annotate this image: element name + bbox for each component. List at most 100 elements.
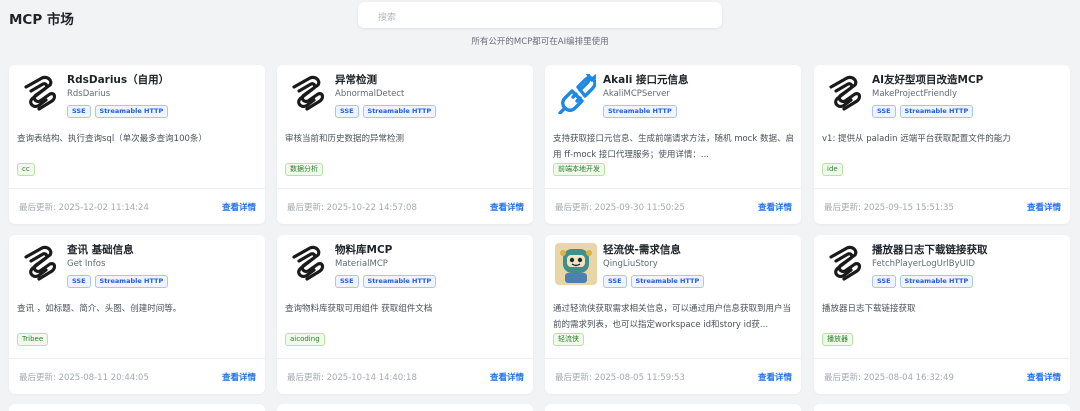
- view-details-link[interactable]: 查看详情: [222, 201, 256, 213]
- category-label: cc: [17, 163, 35, 176]
- view-details-link[interactable]: 查看详情: [490, 201, 524, 213]
- mcp-card[interactable]: 轻流侠-需求信息 QingLiuStory SSE Streamable HTTP 通过…: [545, 235, 801, 394]
- category-label: Tribee: [17, 333, 49, 346]
- mcp-card[interactable]: 播放器日志下载链接获取 FetchPlayerLogUrlByUID SSE Stre…: [814, 235, 1070, 394]
- mcp-card[interactable]: 物料库MCP MaterialMCP SSE Streamable HTTP 查询物料库…: [277, 235, 533, 394]
- card-title: RdsDarius（自用）: [67, 74, 170, 86]
- card-divider: [545, 358, 801, 359]
- card-peek: [814, 404, 1070, 411]
- last-updated: 最后更新: 2025-08-11 20:44:05: [19, 371, 149, 383]
- transport-tag: Streamable HTTP: [630, 275, 705, 288]
- category-label: 播放器: [822, 333, 853, 346]
- card-divider: [9, 358, 265, 359]
- spiral-logo-icon: [286, 242, 330, 286]
- transport-tag: Streamable HTTP: [603, 105, 677, 118]
- mcp-card[interactable]: 查讯 基础信息 Get Infos SSE Streamable HTTP 查讯 ，如标…: [9, 235, 265, 394]
- transport-tags: SSE Streamable HTTP: [335, 105, 437, 118]
- last-updated-time: 2025-09-30 11:50:25: [594, 203, 685, 213]
- search-input[interactable]: 搜索: [358, 2, 722, 28]
- card-title: 查讯 基础信息: [67, 244, 134, 256]
- last-updated-time: 2025-08-04 16:32:49: [863, 373, 954, 383]
- spiral-logo-icon: [18, 242, 62, 286]
- last-updated: 最后更新: 2025-12-02 11:14:24: [19, 201, 149, 213]
- last-updated-time: 2025-08-05 11:59:53: [594, 373, 685, 383]
- page-subtitle: 所有公开的MCP都可在AI编排里使用: [471, 37, 609, 47]
- last-updated: 最后更新: 2025-09-15 15:51:35: [824, 201, 954, 213]
- last-updated-time: 2025-10-22 14:57:08: [326, 203, 417, 213]
- card-description: 审核当前和历史数据的异常检测: [285, 134, 405, 144]
- mcp-card[interactable]: RdsDarius（自用） RdsDarius SSE Streamable HTTP…: [9, 65, 265, 224]
- last-updated-time: 2025-08-11 20:44:05: [58, 373, 149, 383]
- last-updated-prefix: 最后更新:: [555, 203, 592, 213]
- last-updated: 最后更新: 2025-10-14 14:40:18: [287, 371, 417, 383]
- spiral-logo-icon: [286, 72, 330, 116]
- card-divider: [277, 358, 533, 359]
- card-description: 通过轻流侠获取需求相关信息，可以通过用户信息获取到用户当前的需求列表，也可以指定…: [553, 304, 792, 330]
- card-description: 支持获取接口元信息、生成前端请求方法，随机 mock 数据、启用 ff-mock…: [553, 134, 794, 160]
- transport-tag: Streamable HTTP: [94, 105, 169, 118]
- card-divider: [9, 188, 265, 189]
- category-label: 轻流侠: [553, 333, 584, 346]
- transport-tag: SSE: [67, 105, 91, 118]
- mcp-card[interactable]: AI友好型项目改造MCP MakeProjectFriendly SSE Stream…: [814, 65, 1070, 224]
- card-server-id: RdsDarius: [67, 89, 111, 99]
- last-updated-time: 2025-10-14 14:40:18: [326, 373, 417, 383]
- category-label: ide: [822, 163, 843, 176]
- robot-avatar-icon: [554, 242, 598, 286]
- transport-tag: SSE: [603, 275, 627, 288]
- transport-tag: Streamable HTTP: [899, 105, 974, 118]
- card-title: 物料库MCP: [335, 244, 393, 256]
- view-details-link[interactable]: 查看详情: [758, 371, 792, 383]
- transport-tag: SSE: [335, 275, 359, 288]
- card-divider: [277, 188, 533, 189]
- view-details-link[interactable]: 查看详情: [1027, 371, 1061, 383]
- card-peek: [277, 404, 533, 411]
- card-server-id: AkaliMCPServer: [603, 89, 670, 99]
- transport-tags: SSE Streamable HTTP: [872, 105, 974, 118]
- view-details-link[interactable]: 查看详情: [758, 201, 792, 213]
- card-title: 轻流侠-需求信息: [603, 244, 681, 256]
- page-title: MCP 市场: [9, 12, 74, 28]
- last-updated: 最后更新: 2025-08-05 11:59:53: [555, 371, 685, 383]
- transport-tag: SSE: [67, 275, 91, 288]
- card-server-id: MaterialMCP: [335, 259, 388, 269]
- mcp-card[interactable]: 异常检测 AbnormalDetect SSE Streamable HTTP 审核当前…: [277, 65, 533, 224]
- last-updated: 最后更新: 2025-10-22 14:57:08: [287, 201, 417, 213]
- card-server-id: AbnormalDetect: [335, 89, 405, 99]
- view-details-link[interactable]: 查看详情: [490, 371, 524, 383]
- last-updated-prefix: 最后更新:: [824, 203, 861, 213]
- card-peek: [9, 404, 265, 411]
- transport-tag: SSE: [872, 105, 896, 118]
- card-server-id: QingLiuStory: [603, 259, 658, 269]
- mcp-card[interactable]: Akali 接口元信息 AkaliMCPServer Streamable HTTP…: [545, 65, 801, 224]
- last-updated-time: 2025-12-02 11:14:24: [58, 203, 149, 213]
- card-server-id: FetchPlayerLogUrlByUID: [872, 259, 975, 269]
- transport-tag: SSE: [872, 275, 896, 288]
- transport-tag: SSE: [335, 105, 359, 118]
- last-updated-prefix: 最后更新:: [19, 373, 56, 383]
- card-description: 查询表结构、执行查询sql（单次最多查询100条）: [17, 134, 207, 144]
- last-updated: 最后更新: 2025-09-30 11:50:25: [555, 201, 685, 213]
- transport-tag: Streamable HTTP: [899, 275, 974, 288]
- view-details-link[interactable]: 查看详情: [222, 371, 256, 383]
- last-updated-time: 2025-09-15 15:51:35: [863, 203, 954, 213]
- card-description: 查讯 ，如标题、简介、头图、创建时间等。: [17, 304, 182, 314]
- card-title: 异常检测: [335, 74, 377, 86]
- last-updated-prefix: 最后更新:: [19, 203, 56, 213]
- card-title: AI友好型项目改造MCP: [872, 74, 984, 86]
- card-server-id: MakeProjectFriendly: [872, 89, 958, 99]
- card-description: v1: 提供从 paladin 远端平台获取配置文件的能力: [822, 134, 1011, 144]
- transport-tag: Streamable HTTP: [362, 105, 437, 118]
- card-title: Akali 接口元信息: [603, 74, 689, 86]
- card-divider: [814, 188, 1070, 189]
- card-divider: [814, 358, 1070, 359]
- transport-tags: SSE Streamable HTTP: [872, 275, 974, 288]
- last-updated: 最后更新: 2025-08-04 16:32:49: [824, 371, 954, 383]
- last-updated-prefix: 最后更新:: [824, 373, 861, 383]
- last-updated-prefix: 最后更新:: [287, 373, 324, 383]
- card-description: 查询物料库获取可用组件 获取组件文档: [285, 304, 433, 314]
- view-details-link[interactable]: 查看详情: [1027, 201, 1061, 213]
- transport-tags: Streamable HTTP: [603, 105, 677, 118]
- spiral-logo-icon: [823, 242, 867, 286]
- transport-tags: SSE Streamable HTTP: [335, 275, 437, 288]
